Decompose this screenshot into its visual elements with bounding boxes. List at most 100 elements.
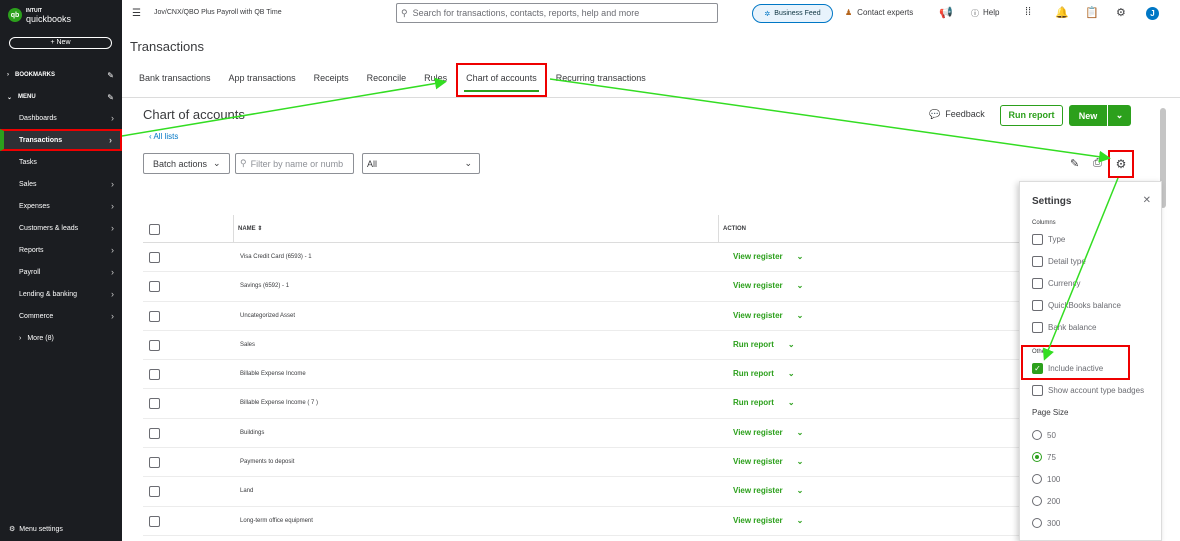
row-action-label[interactable]: View register — [733, 252, 783, 261]
page-size-option[interactable]: 50 — [1032, 430, 1056, 440]
row-action-label[interactable]: Run report — [733, 369, 774, 378]
chevron-down-icon[interactable]: ⌄ — [797, 457, 804, 466]
row-action[interactable]: View register ⌄ — [733, 252, 803, 261]
help-button[interactable]: ⓘ Help — [971, 8, 999, 19]
checkbox[interactable] — [1032, 300, 1043, 311]
tab-receipts[interactable]: Receipts — [305, 63, 358, 97]
sidebar-item-customers[interactable]: Customers & leads › — [0, 217, 122, 239]
column-detail-type-option[interactable]: Detail type — [1032, 256, 1086, 267]
column-type-option[interactable]: Type — [1032, 234, 1065, 245]
sidebar-item-reports[interactable]: Reports › — [0, 239, 122, 261]
row-action-label[interactable]: View register — [733, 457, 783, 466]
filter-input[interactable]: ⚲ Filter by name or numb — [235, 153, 354, 174]
chevron-down-icon[interactable]: ⌄ — [797, 516, 804, 525]
row-action[interactable]: Run report ⌄ — [733, 369, 795, 378]
checkbox[interactable] — [1032, 385, 1043, 396]
row-action-label[interactable]: View register — [733, 311, 783, 320]
megaphone-icon[interactable]: 📢 — [939, 6, 953, 19]
contact-experts-button[interactable]: ♟ Contact experts — [845, 8, 913, 17]
menu-section[interactable]: ⌄ MENU ✎ — [0, 86, 122, 108]
col-name-header[interactable]: NAME ⇕ — [238, 225, 262, 232]
chevron-down-icon[interactable]: ⌄ — [797, 252, 804, 261]
radio-button[interactable] — [1032, 518, 1042, 528]
row-checkbox[interactable] — [149, 281, 160, 293]
sidebar-item-expenses[interactable]: Expenses › — [0, 195, 122, 217]
row-action-label[interactable]: View register — [733, 486, 783, 495]
tab-bank-transactions[interactable]: Bank transactions — [130, 63, 220, 97]
row-checkbox[interactable] — [149, 252, 160, 263]
column-currency-option[interactable]: Currency — [1032, 278, 1080, 289]
checkbox[interactable] — [1032, 322, 1043, 333]
row-action[interactable]: Run report ⌄ — [733, 340, 795, 349]
row-action-label[interactable]: View register — [733, 281, 783, 290]
run-report-button[interactable]: Run report — [1000, 105, 1063, 126]
chevron-down-icon[interactable]: ⌄ — [797, 281, 804, 290]
radio-button[interactable] — [1032, 474, 1042, 484]
row-action[interactable]: View register ⌄ — [733, 457, 803, 466]
batch-actions-dropdown[interactable]: Batch actions ⌄ — [143, 153, 230, 174]
show-badges-option[interactable]: Show account type badges — [1032, 385, 1144, 396]
page-size-option[interactable]: 100 — [1032, 474, 1060, 484]
pencil-icon[interactable]: ✎ — [107, 93, 114, 102]
row-action[interactable]: View register ⌄ — [733, 428, 803, 437]
tab-reconcile[interactable]: Reconcile — [358, 63, 416, 97]
new-account-button[interactable]: New ⌄ — [1069, 105, 1131, 126]
printer-icon[interactable]: ⎙ — [1093, 157, 1102, 170]
row-action-label[interactable]: View register — [733, 516, 783, 525]
row-action[interactable]: View register ⌄ — [733, 311, 803, 320]
checkbox[interactable] — [1032, 256, 1043, 267]
menu-settings[interactable]: ⚙ Menu settings — [9, 525, 63, 534]
chevron-down-icon[interactable]: ⌄ — [788, 398, 795, 407]
row-checkbox[interactable] — [149, 310, 160, 322]
row-checkbox[interactable] — [149, 398, 160, 410]
table-settings-button[interactable]: ⚙ — [1108, 150, 1134, 178]
column-bank-balance-option[interactable]: Bank balance — [1032, 322, 1096, 333]
gear-icon[interactable]: ⚙ — [1116, 6, 1126, 19]
chevron-down-icon[interactable]: ⌄ — [797, 311, 804, 320]
apps-grid-icon[interactable]: ⁞⁞ — [1025, 6, 1031, 18]
chevron-down-icon[interactable]: ⌄ — [797, 428, 804, 437]
row-checkbox[interactable] — [149, 457, 160, 469]
row-action[interactable]: View register ⌄ — [733, 281, 803, 290]
clipboard-icon[interactable]: 📋 — [1085, 6, 1099, 19]
sidebar-item-payroll[interactable]: Payroll › — [0, 261, 122, 283]
sidebar-item-dashboards[interactable]: Dashboards › — [0, 107, 122, 129]
sidebar-item-tasks[interactable]: Tasks — [0, 151, 122, 173]
menu-toggle-icon[interactable]: ☰ — [132, 8, 141, 19]
page-size-option[interactable]: 75 — [1032, 452, 1056, 462]
tab-app-transactions[interactable]: App transactions — [220, 63, 305, 97]
row-action-label[interactable]: View register — [733, 428, 783, 437]
row-action[interactable]: View register ⌄ — [733, 516, 803, 525]
quickbooks-logo[interactable]: qb INTUIT quickbooks — [8, 7, 71, 24]
sidebar-item-transactions[interactable]: Transactions › — [0, 129, 122, 151]
row-action[interactable]: Run report ⌄ — [733, 398, 795, 407]
row-checkbox[interactable] — [149, 369, 160, 381]
avatar[interactable]: J — [1146, 7, 1159, 20]
pencil-icon[interactable]: ✎ — [107, 71, 114, 80]
page-size-option[interactable]: 300 — [1032, 518, 1060, 528]
row-checkbox[interactable] — [149, 515, 160, 527]
tab-rules[interactable]: Rules — [415, 63, 456, 97]
sidebar-item-more[interactable]: › More (8) — [0, 327, 122, 349]
page-size-option[interactable]: 200 — [1032, 496, 1060, 506]
sidebar-item-lending[interactable]: Lending & banking › — [0, 283, 122, 305]
type-filter-select[interactable]: All ⌄ — [362, 153, 480, 174]
sidebar-item-sales[interactable]: Sales › — [0, 173, 122, 195]
checkbox[interactable] — [1032, 278, 1043, 289]
column-qb-balance-option[interactable]: QuickBooks balance — [1032, 300, 1121, 311]
row-checkbox[interactable] — [149, 486, 160, 498]
chevron-down-icon[interactable]: ⌄ — [788, 369, 795, 378]
radio-button[interactable] — [1032, 496, 1042, 506]
feedback-button[interactable]: 💬 Feedback — [929, 109, 985, 120]
row-checkbox[interactable] — [149, 339, 160, 351]
new-button[interactable]: + New — [9, 37, 112, 49]
global-search[interactable]: ⚲ Search for transactions, contacts, rep… — [396, 3, 718, 23]
all-lists-link[interactable]: ‹ All lists — [149, 132, 178, 141]
radio-button[interactable] — [1032, 452, 1042, 462]
bookmarks-section[interactable]: › BOOKMARKS ✎ — [0, 64, 122, 86]
tab-recurring-transactions[interactable]: Recurring transactions — [547, 63, 655, 97]
row-action-label[interactable]: Run report — [733, 340, 774, 349]
chevron-down-icon[interactable]: ⌄ — [788, 340, 795, 349]
checkbox[interactable] — [1032, 234, 1043, 245]
close-icon[interactable]: ✕ — [1143, 195, 1151, 206]
